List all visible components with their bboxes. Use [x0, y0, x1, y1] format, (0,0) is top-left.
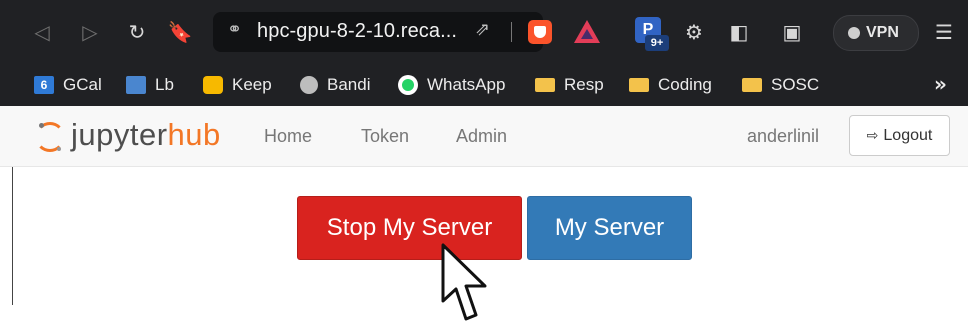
bookmark-lb[interactable]: Lb: [126, 64, 174, 106]
nav-token[interactable]: Token: [361, 126, 409, 147]
bookmark-whatsapp[interactable]: WhatsApp: [398, 64, 505, 106]
bookmark-label: Lb: [155, 75, 174, 94]
bookmark-icon[interactable]: 🔖: [166, 18, 194, 46]
lb-icon: [126, 76, 146, 94]
bookmark-label: Resp: [564, 75, 604, 94]
globe-icon: [300, 76, 318, 94]
sidebar-icon[interactable]: ◧: [725, 18, 753, 46]
url-separator: [511, 22, 512, 42]
bookmark-gcal[interactable]: 6 GCal: [34, 64, 102, 106]
my-server-button[interactable]: My Server: [527, 196, 692, 260]
bookmark-bandi[interactable]: Bandi: [300, 64, 370, 106]
google-calendar-icon: 6: [34, 76, 54, 94]
logout-button[interactable]: ⇨ Logout: [849, 115, 950, 156]
reload-icon[interactable]: ↻: [123, 18, 151, 46]
vpn-status-icon: [848, 27, 860, 39]
logo-part-hub: hub: [167, 117, 221, 152]
back-icon[interactable]: ◁: [28, 18, 56, 46]
vpn-button[interactable]: VPN: [833, 15, 919, 51]
forward-icon[interactable]: ▷: [76, 18, 104, 46]
bookmark-label: GCal: [63, 75, 102, 94]
bookmark-coding[interactable]: Coding: [629, 64, 712, 106]
jupyterhub-logo[interactable]: jupyterhub: [35, 115, 250, 157]
brave-shields-icon[interactable]: [528, 20, 552, 44]
mouse-pointer-icon: [441, 243, 487, 321]
google-keep-icon: [203, 76, 223, 94]
bookmarks-bar: 6 GCal Lb Keep Bandi WhatsApp Resp Codin…: [0, 64, 968, 106]
bookmark-sosc[interactable]: SOSC: [742, 64, 819, 106]
bookmark-label: WhatsApp: [427, 75, 506, 94]
url-text[interactable]: hpc-gpu-8-2-10.reca...: [257, 20, 457, 43]
extension-badge: 9+: [645, 35, 669, 51]
wallet-icon[interactable]: ▣: [778, 18, 806, 46]
brave-rewards-icon[interactable]: [574, 20, 600, 43]
bookmark-label: SOSC: [771, 75, 820, 94]
extensions-puzzle-icon[interactable]: ⚙: [680, 18, 708, 46]
folder-icon: [535, 78, 555, 92]
browser-toolbar: ◁ ▷ ↻ 🔖 ⚭ hpc-gpu-8-2-10.reca... ⇗ P 9+ …: [0, 0, 968, 64]
bookmark-label: Bandi: [327, 75, 371, 94]
folder-icon: [742, 78, 762, 92]
more-bookmarks-icon[interactable]: »: [934, 72, 947, 96]
nav-admin[interactable]: Admin: [456, 126, 507, 147]
sign-out-icon: ⇨: [866, 127, 879, 144]
folder-icon: [629, 78, 649, 92]
logo-part-jupyter: jupyter: [71, 117, 168, 152]
logo-wordmark: jupyterhub: [71, 117, 221, 153]
site-info-icon[interactable]: ⚭: [227, 19, 242, 40]
share-icon[interactable]: ⇗: [475, 19, 490, 40]
logo-moon-dot: [57, 147, 61, 151]
bookmark-resp[interactable]: Resp: [535, 64, 604, 106]
bookmark-label: Keep: [232, 75, 272, 94]
nav-home[interactable]: Home: [264, 126, 312, 147]
bookmark-keep[interactable]: Keep: [203, 64, 272, 106]
vpn-label: VPN: [866, 24, 899, 41]
logo-moon-dot: [39, 123, 44, 128]
bookmark-label: Coding: [658, 75, 712, 94]
logout-label: Logout: [883, 126, 933, 144]
username: anderlinil: [747, 126, 820, 146]
address-bar[interactable]: ⚭ hpc-gpu-8-2-10.reca... ⇗: [213, 12, 543, 52]
menu-icon[interactable]: ☰: [930, 18, 958, 46]
whatsapp-icon: [398, 75, 418, 95]
window-edge: [12, 165, 13, 305]
